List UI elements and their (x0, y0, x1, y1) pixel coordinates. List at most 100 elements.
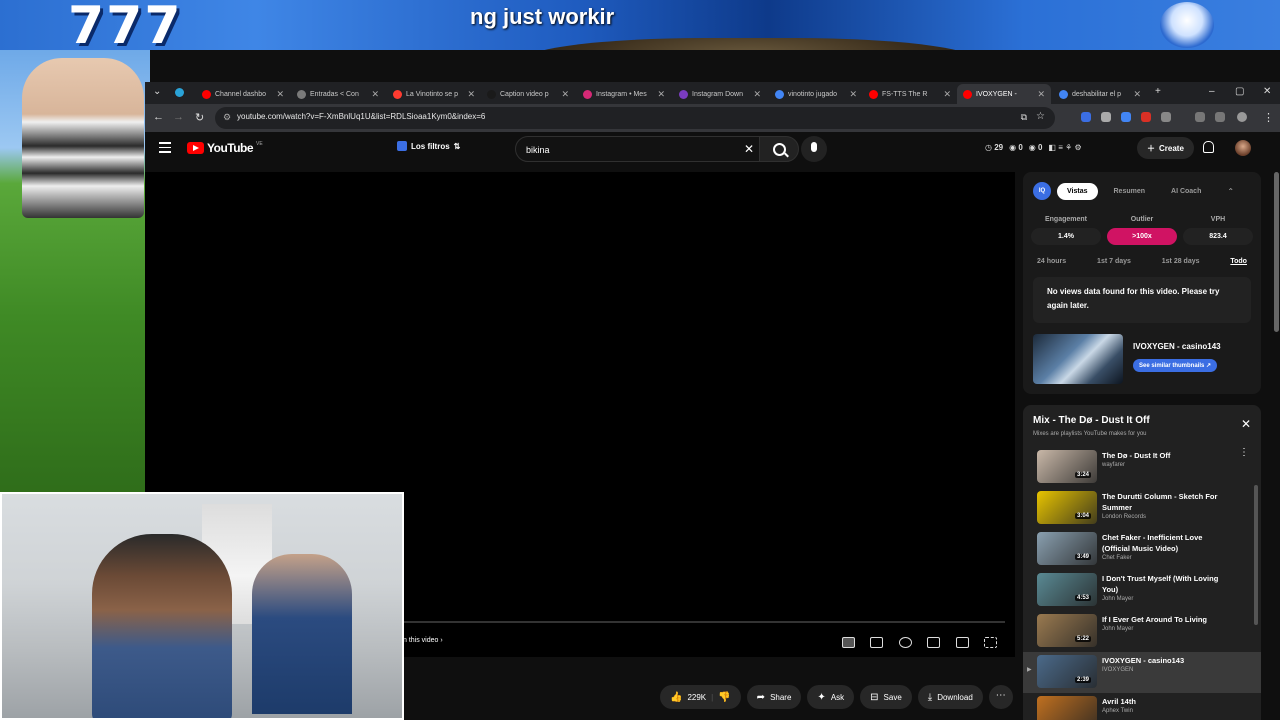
range-all[interactable]: Todo (1230, 258, 1247, 265)
url-field[interactable]: ⚙ youtube.com/watch?v=F-XmBnlUq1U&list=R… (215, 107, 1055, 129)
extension-red-icon[interactable] (1141, 112, 1151, 122)
playlist-items: 3:24 The Dø - Dust It Off wayfarer 3:04 The … (1023, 447, 1261, 720)
tab-search-icon[interactable]: ⌄ (153, 86, 161, 97)
range-28d[interactable]: 1st 28 days (1162, 258, 1200, 265)
browser-tab[interactable]: Instagram Down ✕ (673, 84, 767, 104)
browser-tab[interactable]: IVOXYGEN - ✕ (957, 84, 1051, 104)
search-input[interactable]: bikina ✕ (515, 136, 765, 162)
miniplayer-icon[interactable] (927, 637, 940, 648)
close-tab-icon[interactable]: ✕ (943, 89, 951, 100)
extensions-puzzle-icon[interactable] (1161, 112, 1171, 122)
tab-vistas[interactable]: Vistas (1057, 182, 1098, 200)
minimize-button[interactable]: – (1209, 86, 1215, 97)
close-tab-icon[interactable]: ✕ (1133, 89, 1141, 100)
close-tab-icon[interactable]: ✕ (467, 89, 475, 100)
thumbs-down-icon[interactable]: 👎 (718, 692, 730, 703)
close-tab-icon[interactable]: ✕ (849, 89, 857, 100)
playlist-item[interactable]: Avril 14th Aphex Twin (1023, 693, 1261, 720)
time-ranges: 24 hours 1st 7 days 1st 28 days Todo (1037, 258, 1247, 265)
similar-thumbnails-button[interactable]: See similar thumbnails ↗ (1133, 359, 1218, 372)
close-tab-icon[interactable]: ✕ (657, 89, 665, 100)
playlist-scrollbar[interactable] (1254, 485, 1258, 625)
captions-icon[interactable] (870, 637, 883, 648)
extension-iq-icon[interactable] (1081, 112, 1091, 122)
close-tab-icon[interactable]: ✕ (371, 89, 379, 100)
extension-shield-icon[interactable] (1101, 112, 1111, 122)
save-label: Save (883, 692, 902, 702)
range-24h[interactable]: 24 hours (1037, 258, 1066, 265)
meme-image (22, 58, 144, 218)
browser-tab[interactable]: Instagram • Mes ✕ (577, 84, 671, 104)
reading-list-icon[interactable] (1215, 112, 1225, 122)
tab-ai-coach[interactable]: AI Coach (1161, 183, 1211, 200)
playlist-thumbnail (1037, 614, 1097, 647)
close-tab-icon[interactable]: ✕ (561, 89, 569, 100)
tab-resumen[interactable]: Resumen (1104, 183, 1156, 200)
page-scrollbar[interactable] (1274, 172, 1279, 332)
playlist-item[interactable]: 4:53 I Don't Trust Myself (With Loving Yo… (1023, 570, 1261, 611)
share-button[interactable]: ➦ Share (746, 685, 802, 709)
close-playlist-icon[interactable]: ✕ (1241, 417, 1251, 431)
downloads-icon[interactable] (1195, 112, 1205, 122)
cast-icon[interactable] (956, 637, 969, 648)
browser-tab[interactable]: Caption video p ✕ (481, 84, 575, 104)
profile-icon[interactable] (1237, 112, 1247, 122)
voice-search-icon[interactable] (801, 136, 827, 162)
playlist-item[interactable]: 5:22 If I Ever Get Around To Living John M… (1023, 611, 1261, 652)
overlay-number: 777 (68, 0, 183, 50)
notifications-bell-icon[interactable] (1203, 141, 1214, 153)
site-info-icon[interactable]: ⚙ (223, 112, 231, 123)
avatar[interactable] (1235, 140, 1251, 156)
collapse-icon[interactable]: ⌃ (1227, 187, 1234, 196)
telegram-icon[interactable] (175, 88, 184, 97)
close-window-button[interactable]: ✕ (1263, 86, 1271, 97)
browser-tab[interactable]: Entradas < Con ✕ (291, 84, 385, 104)
playlist-item[interactable]: 3:24 The Dø - Dust It Off wayfarer (1023, 447, 1261, 488)
close-tab-icon[interactable]: ✕ (753, 89, 761, 100)
browser-menu-icon[interactable]: ⋮ (1263, 111, 1274, 124)
install-icon[interactable]: ⧉ (1021, 112, 1027, 123)
create-button[interactable]: ＋ Create (1137, 137, 1194, 159)
duration-badge: 4:53 (1075, 595, 1092, 601)
playlist-item[interactable]: 3:04 The Durutti Column - Sketch For Summ… (1023, 488, 1261, 529)
reload-icon[interactable]: ↻ (195, 111, 204, 124)
extension-icons[interactable]: ◧ ≡ ⚘ ⚙ (1048, 143, 1081, 152)
youtube-logo[interactable]: YouTube VE (187, 141, 263, 155)
video-thumbnail[interactable] (1033, 334, 1123, 384)
range-7d[interactable]: 1st 7 days (1097, 258, 1131, 265)
tab-favicon-icon (487, 89, 496, 99)
playlist-item-title: I Don't Trust Myself (With Loving You) (1102, 574, 1219, 594)
back-icon[interactable]: ← (153, 111, 164, 123)
share-icon: ➦ (756, 691, 766, 703)
iq-player-icon[interactable] (842, 637, 855, 648)
filters-button[interactable]: Los filtros ⇅ (397, 141, 460, 151)
settings-gear-icon[interactable] (899, 637, 912, 648)
search-button[interactable] (759, 136, 799, 162)
like-button[interactable]: 👍 229K | 👎 (660, 685, 741, 709)
close-tab-icon[interactable]: ✕ (1037, 89, 1045, 100)
maximize-button[interactable]: ▢ (1235, 86, 1244, 97)
browser-tab[interactable]: Channel dashbo ✕ (196, 84, 290, 104)
download-button[interactable]: ⤓ Download (917, 685, 983, 709)
browser-tab[interactable]: FS-TTS The R ✕ (863, 84, 957, 104)
in-this-video-link[interactable]: n this video › (403, 637, 443, 644)
browser-tab[interactable]: deshabilitar el p ✕ (1053, 84, 1147, 104)
browser-tab[interactable]: La Vinotinto se p ✕ (387, 84, 481, 104)
tab-title: FS-TTS The R (882, 90, 928, 98)
hamburger-menu-icon[interactable] (159, 142, 171, 156)
new-tab-button[interactable]: + (1155, 86, 1161, 97)
playlist-item[interactable]: 3:49 Chet Faker - Inefficient Love (Offic… (1023, 529, 1261, 570)
tab-title: Entradas < Con (310, 90, 359, 98)
playlist-thumbnail (1037, 450, 1097, 483)
save-button[interactable]: ⊟ Save (860, 685, 912, 709)
extension-translate-icon[interactable] (1121, 112, 1131, 122)
close-tab-icon[interactable]: ✕ (276, 89, 284, 100)
more-actions-icon[interactable]: ⋯ (988, 685, 1013, 709)
playlist-item[interactable]: ▶ 2:39 IVOXYGEN - casino143 IVOXYGEN (1023, 652, 1261, 693)
browser-tab[interactable]: vinotinto jugado ✕ (769, 84, 863, 104)
ask-button[interactable]: ✦ Ask (807, 685, 855, 709)
fullscreen-icon[interactable] (984, 637, 997, 648)
forward-icon[interactable]: → (173, 111, 184, 123)
bookmark-star-icon[interactable]: ☆ (1036, 111, 1045, 122)
clear-search-icon[interactable]: ✕ (744, 142, 754, 156)
